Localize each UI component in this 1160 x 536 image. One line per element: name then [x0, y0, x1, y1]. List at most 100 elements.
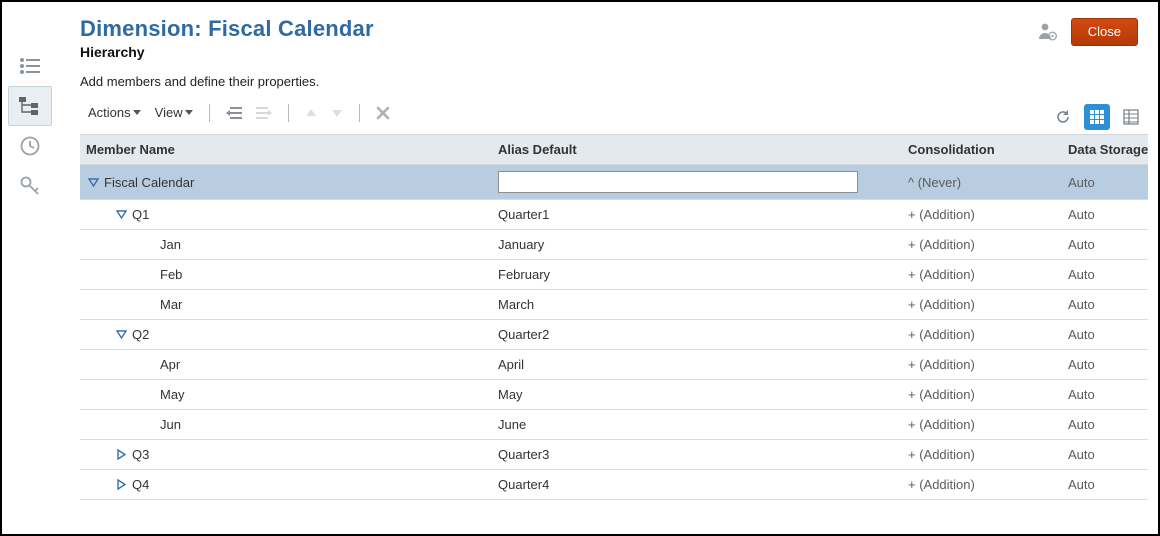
- view-menu[interactable]: View: [151, 103, 197, 122]
- twist-spacer: [142, 418, 156, 432]
- separator: [359, 104, 360, 122]
- member-name-label: Mar: [160, 297, 182, 312]
- data-storage-cell: Auto: [1060, 411, 1148, 438]
- table-row[interactable]: Mar March+ (Addition)Auto: [80, 290, 1148, 320]
- separator: [288, 104, 289, 122]
- detail-view-button[interactable]: [1118, 104, 1144, 130]
- consolidation-cell: + (Addition): [900, 411, 1060, 438]
- data-storage-cell: Auto: [1060, 321, 1148, 348]
- move-up-icon[interactable]: [301, 107, 321, 119]
- member-name-cell[interactable]: Feb: [80, 261, 490, 288]
- data-storage-cell: Auto: [1060, 261, 1148, 288]
- member-name-cell[interactable]: Q2: [80, 321, 490, 348]
- data-storage-cell: Auto: [1060, 231, 1148, 258]
- actions-label: Actions: [88, 105, 131, 120]
- right-toolbar: [1050, 104, 1144, 130]
- list-icon: [20, 58, 40, 74]
- member-name-cell[interactable]: Q3: [80, 441, 490, 468]
- member-name-cell[interactable]: Fiscal Calendar: [80, 169, 490, 196]
- person-gear-icon: [1037, 21, 1057, 41]
- caret-down-icon: [133, 110, 141, 115]
- actions-menu[interactable]: Actions: [84, 103, 145, 122]
- alias-cell: June: [490, 411, 900, 438]
- detail-icon: [1123, 109, 1139, 125]
- alias-cell: January: [490, 231, 900, 258]
- expand-icon[interactable]: [114, 478, 128, 492]
- member-name-cell[interactable]: Q1: [80, 201, 490, 228]
- table-row[interactable]: Q3Quarter3+ (Addition)Auto: [80, 440, 1148, 470]
- hierarchy-icon: [19, 97, 41, 115]
- alias-label: February: [498, 267, 550, 282]
- key-icon: [19, 175, 41, 197]
- delete-icon[interactable]: [372, 106, 394, 120]
- collapse-icon[interactable]: [86, 175, 100, 189]
- alias-label: June: [498, 417, 526, 432]
- member-name-label: Q2: [132, 327, 149, 342]
- help-text: Add members and define their properties.: [80, 74, 1148, 89]
- table-row[interactable]: Q1Quarter1+ (Addition)Auto: [80, 200, 1148, 230]
- consolidation-cell: ^ (Never): [900, 169, 1060, 196]
- member-name-cell[interactable]: May: [80, 381, 490, 408]
- page-title: Dimension: Fiscal Calendar: [80, 16, 1037, 42]
- rail-btn-hierarchy[interactable]: [8, 86, 52, 126]
- expand-icon[interactable]: [114, 448, 128, 462]
- alias-label: April: [498, 357, 524, 372]
- table-row[interactable]: Q4Quarter4+ (Addition)Auto: [80, 470, 1148, 500]
- col-data-storage[interactable]: Data Storage: [1060, 135, 1148, 164]
- member-name-label: Fiscal Calendar: [104, 175, 194, 190]
- member-name-cell[interactable]: Jan: [80, 231, 490, 258]
- collapse-icon[interactable]: [114, 328, 128, 342]
- col-consolidation[interactable]: Consolidation: [900, 135, 1060, 164]
- move-down-icon[interactable]: [327, 107, 347, 119]
- alias-input[interactable]: [498, 171, 858, 193]
- consolidation-cell: + (Addition): [900, 201, 1060, 228]
- alias-cell: Quarter4: [490, 471, 900, 498]
- table-row[interactable]: MayMay+ (Addition)Auto: [80, 380, 1148, 410]
- table-row[interactable]: AprApril+ (Addition)Auto: [80, 350, 1148, 380]
- rail-btn-key[interactable]: [8, 166, 52, 206]
- col-alias-default[interactable]: Alias Default: [490, 135, 900, 164]
- outdent-icon[interactable]: [222, 106, 246, 120]
- data-storage-cell: Auto: [1060, 291, 1148, 318]
- page-subtitle: Hierarchy: [80, 44, 1037, 60]
- hierarchy-grid: Member Name Alias Default Consolidation …: [80, 134, 1148, 500]
- toolbar: Actions View: [80, 99, 1148, 130]
- twist-spacer: [142, 238, 156, 252]
- member-name-label: Q4: [132, 477, 149, 492]
- refresh-button[interactable]: [1050, 104, 1076, 130]
- member-name-label: Apr: [160, 357, 180, 372]
- table-row[interactable]: Q2Quarter2+ (Addition)Auto: [80, 320, 1148, 350]
- twist-spacer: [142, 388, 156, 402]
- separator: [209, 104, 210, 122]
- collapse-icon[interactable]: [114, 208, 128, 222]
- consolidation-cell: + (Addition): [900, 291, 1060, 318]
- member-name-cell[interactable]: Mar: [80, 291, 490, 318]
- rail-btn-list[interactable]: [8, 46, 52, 86]
- left-nav-rail: [8, 46, 52, 206]
- alias-cell: Quarter2: [490, 321, 900, 348]
- consolidation-cell: + (Addition): [900, 261, 1060, 288]
- col-member-name[interactable]: Member Name: [80, 135, 490, 164]
- alias-cell: March: [490, 291, 900, 318]
- rail-btn-clock[interactable]: [8, 126, 52, 166]
- consolidation-cell: + (Addition): [900, 381, 1060, 408]
- view-label: View: [155, 105, 183, 120]
- alias-cell: February: [490, 261, 900, 288]
- table-row[interactable]: JanJanuary+ (Addition)Auto: [80, 230, 1148, 260]
- indent-icon[interactable]: [252, 106, 276, 120]
- member-name-cell[interactable]: Apr: [80, 351, 490, 378]
- member-name-cell[interactable]: Jun: [80, 411, 490, 438]
- table-row[interactable]: Jun June + (Addition)Auto: [80, 410, 1148, 440]
- table-row[interactable]: Fiscal Calendar^ (Never)Auto: [80, 165, 1148, 200]
- data-storage-cell: Auto: [1060, 201, 1148, 228]
- clock-icon: [20, 136, 40, 156]
- alias-label: Quarter2: [498, 327, 549, 342]
- alias-cell: May: [490, 381, 900, 408]
- grid-view-button[interactable]: [1084, 104, 1110, 130]
- user-settings-icon[interactable]: [1037, 21, 1057, 44]
- alias-cell: April: [490, 351, 900, 378]
- close-button[interactable]: Close: [1071, 18, 1138, 46]
- table-row[interactable]: Feb February + (Addition)Auto: [80, 260, 1148, 290]
- content-area: Dimension: Fiscal Calendar Hierarchy Clo…: [62, 2, 1158, 534]
- member-name-cell[interactable]: Q4: [80, 471, 490, 498]
